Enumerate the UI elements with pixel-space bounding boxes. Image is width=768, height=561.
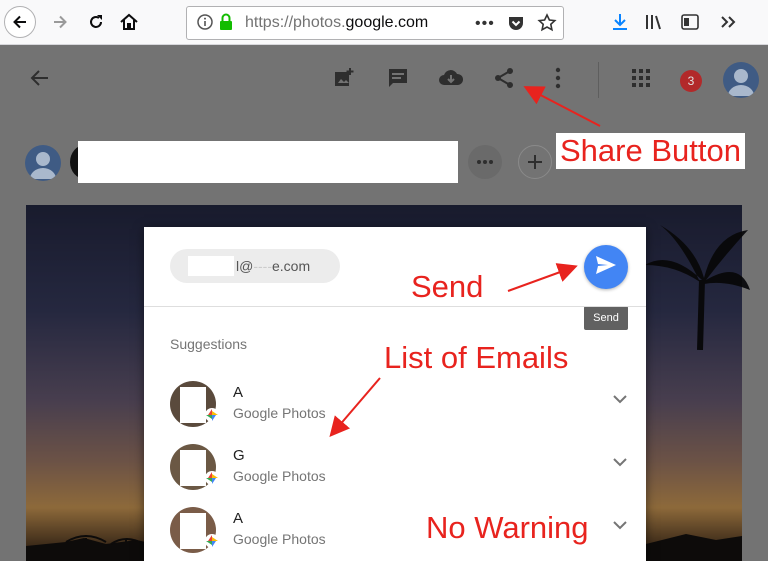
email-redaction (188, 256, 234, 276)
back-arrow-icon[interactable] (4, 6, 36, 38)
chevron-down-icon[interactable] (610, 515, 630, 535)
lock-icon (219, 13, 233, 36)
chevron-down-icon[interactable] (610, 389, 630, 409)
dialog-divider (144, 306, 646, 307)
back-arrow-icon[interactable] (26, 64, 54, 92)
bookmark-star-icon[interactable] (537, 13, 557, 38)
add-person-icon[interactable] (518, 145, 552, 179)
contact-name: G (233, 447, 245, 464)
pocket-icon[interactable] (507, 14, 525, 37)
share-icon[interactable] (490, 64, 518, 92)
contact-source: Google Photos (233, 531, 326, 547)
reload-icon[interactable] (80, 6, 112, 38)
send-tooltip: Send (584, 306, 628, 330)
chevron-down-icon[interactable] (610, 452, 630, 472)
sidebar-icon[interactable] (674, 6, 706, 38)
notification-badge[interactable]: 3 (680, 70, 702, 92)
annotation-list-of-emails: List of Emails (384, 340, 569, 375)
contact-row[interactable]: A Google Photos (144, 377, 646, 435)
annotation-no-warning: No Warning (426, 510, 589, 545)
send-button[interactable] (584, 245, 628, 289)
account-avatar[interactable] (723, 62, 759, 98)
google-photos-icon (205, 408, 219, 422)
recipient-email-chip[interactable]: l@----e.com (170, 249, 340, 283)
forward-arrow-icon[interactable] (44, 6, 76, 38)
google-photos-icon (205, 534, 219, 548)
contact-source: Google Photos (233, 468, 326, 484)
overflow-chevrons-icon[interactable] (712, 6, 744, 38)
contact-source: Google Photos (233, 405, 326, 421)
download-icon[interactable] (604, 6, 636, 38)
google-photos-icon (205, 471, 219, 485)
comment-icon[interactable] (384, 64, 412, 92)
owner-avatar (25, 145, 61, 181)
annotation-send: Send (411, 269, 484, 304)
browser-toolbar: https://photos.google.com ••• (0, 0, 768, 45)
apps-grid-icon[interactable] (627, 64, 655, 92)
more-horiz-icon[interactable] (468, 145, 502, 179)
toolbar-divider (598, 62, 599, 98)
home-icon[interactable] (113, 6, 145, 38)
add-to-album-icon[interactable] (330, 64, 358, 92)
arrow-to-share (523, 86, 601, 127)
more-vert-icon[interactable] (544, 64, 572, 92)
url-bar[interactable]: https://photos.google.com ••• (186, 6, 564, 40)
suggestions-heading: Suggestions (170, 336, 248, 352)
recipient-email-text: l@----e.com (236, 258, 311, 274)
contact-name: A (233, 384, 244, 401)
download-cloud-icon[interactable] (437, 64, 465, 92)
contact-name: A (233, 510, 244, 527)
annotation-share-button: Share Button (556, 133, 745, 169)
url-text: https://photos.google.com (245, 14, 429, 31)
redacted-title (78, 141, 458, 183)
info-icon[interactable] (197, 14, 213, 35)
library-icon[interactable] (638, 6, 670, 38)
send-icon (595, 255, 617, 280)
more-dots-icon[interactable]: ••• (475, 15, 495, 33)
contact-row[interactable]: G Google Photos (144, 440, 646, 498)
